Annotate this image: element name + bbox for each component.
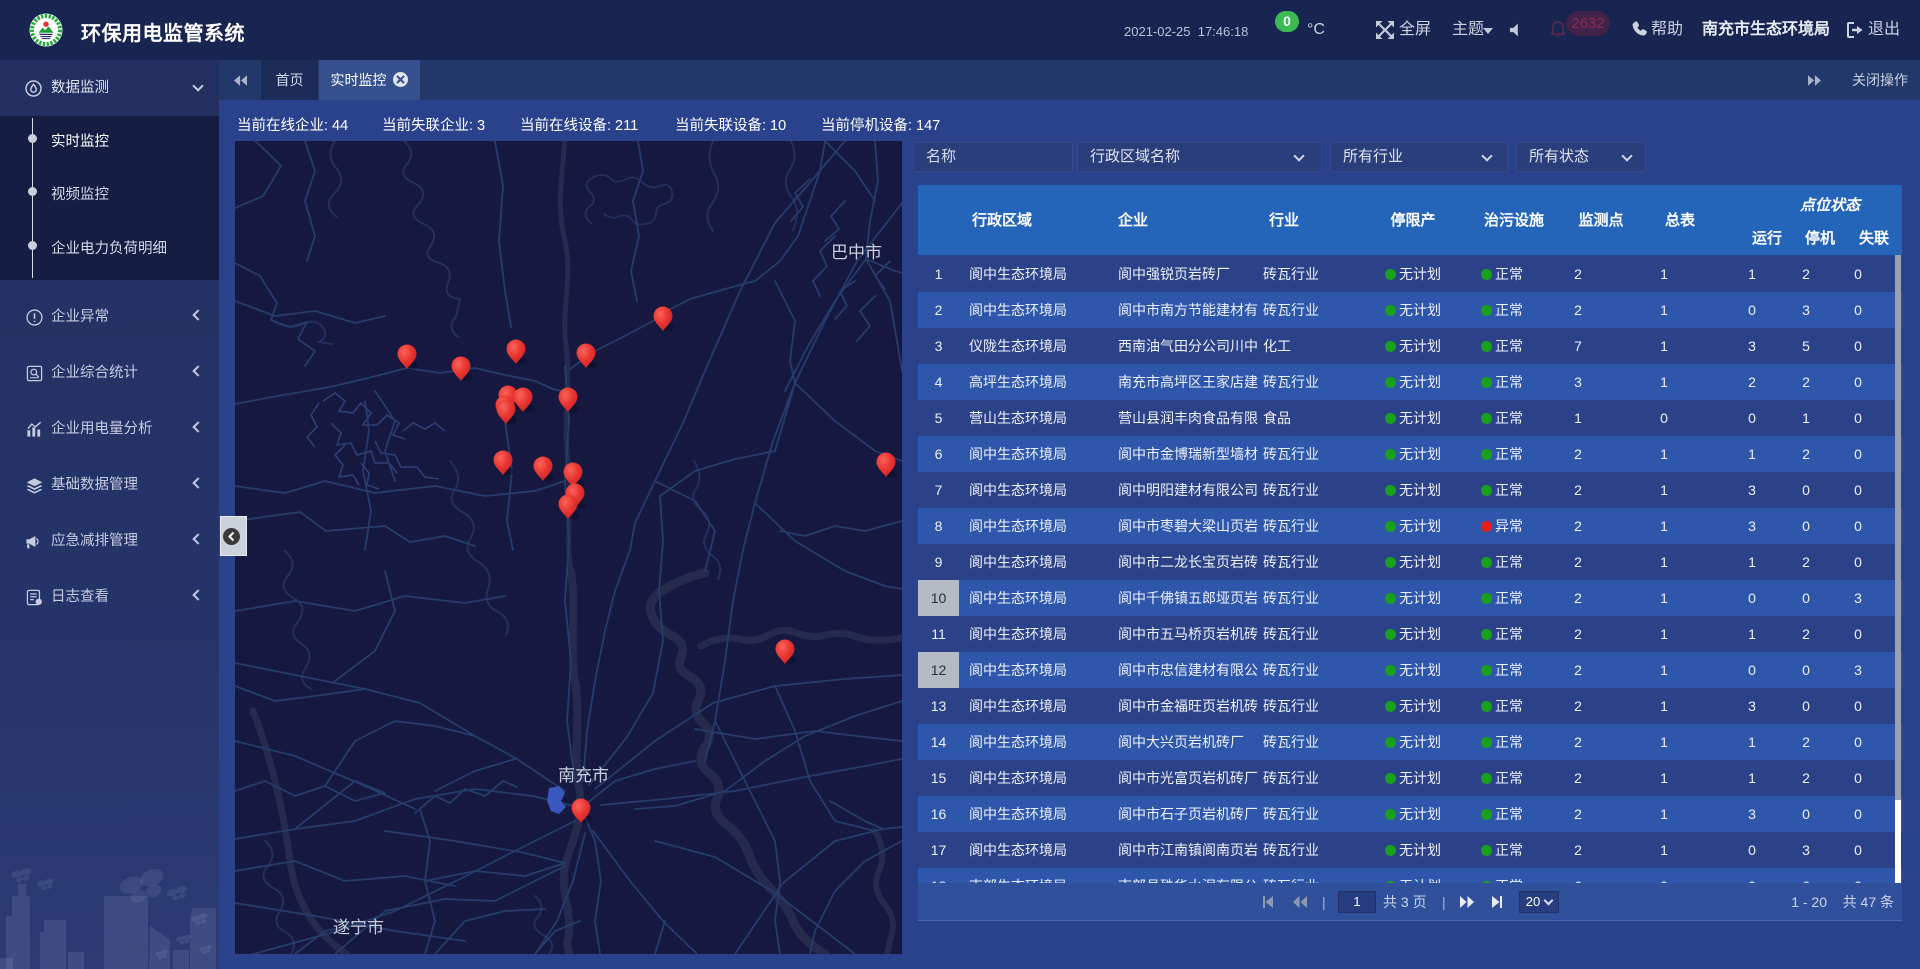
svg-text:遂宁市: 遂宁市 xyxy=(333,918,384,937)
svg-text:南充市: 南充市 xyxy=(558,766,609,785)
svg-text:巴中市: 巴中市 xyxy=(831,243,882,262)
